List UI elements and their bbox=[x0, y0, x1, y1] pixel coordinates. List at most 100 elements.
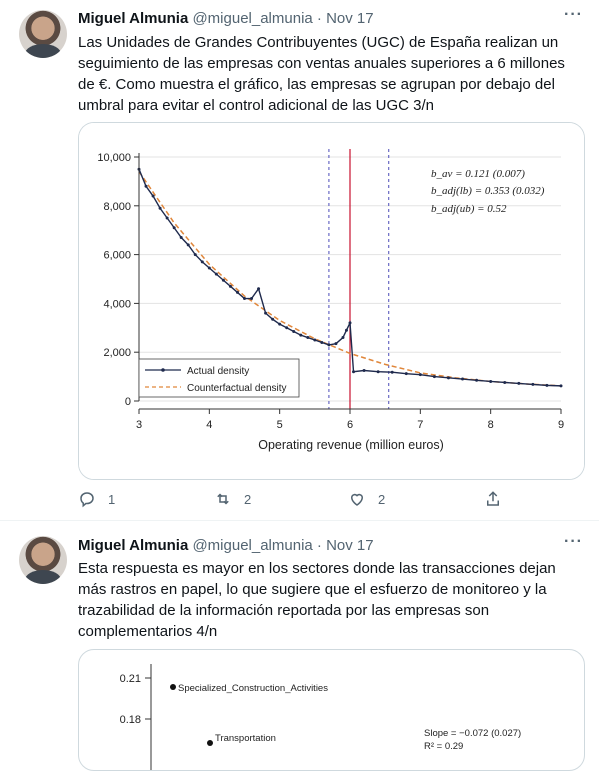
author-avatar[interactable] bbox=[19, 10, 67, 58]
density-point bbox=[151, 194, 155, 198]
like-count: 2 bbox=[378, 491, 386, 507]
tweet-image-card[interactable]: 0 2,000 4,000 6,000 8,000 10,000 3 4 5 6 7 8 9 Actua… bbox=[78, 122, 585, 480]
density-point bbox=[186, 243, 190, 247]
density-point bbox=[341, 336, 345, 340]
reply-icon bbox=[80, 492, 94, 508]
annotation-b-av: b_av = 0.121 (0.007) bbox=[431, 168, 525, 180]
like-button[interactable]: 2 bbox=[348, 490, 385, 508]
density-point bbox=[461, 377, 465, 381]
density-point bbox=[299, 333, 303, 337]
density-point bbox=[531, 382, 535, 386]
reply-count: 1 bbox=[108, 491, 116, 507]
density-point bbox=[207, 266, 211, 270]
density-point bbox=[271, 317, 275, 321]
heart-icon bbox=[350, 493, 364, 506]
density-point bbox=[179, 236, 183, 240]
density-point bbox=[172, 226, 176, 230]
author-handle[interactable]: @miguel_almunia bbox=[192, 10, 312, 27]
density-point bbox=[243, 297, 246, 301]
density-point bbox=[165, 216, 169, 220]
density-point bbox=[327, 343, 331, 347]
density-point bbox=[489, 379, 493, 383]
separator: · bbox=[316, 10, 322, 27]
author-name[interactable]: Miguel Almunia bbox=[78, 10, 188, 27]
density-point bbox=[285, 326, 289, 330]
density-point bbox=[348, 321, 352, 325]
y-tick-label: 4,000 bbox=[103, 298, 131, 310]
density-point bbox=[278, 322, 282, 326]
tweet-image-card[interactable]: 0.21 0.18 Specialized_Construction_Activ… bbox=[78, 649, 585, 771]
density-point bbox=[306, 336, 310, 340]
author-name[interactable]: Miguel Almunia bbox=[78, 537, 188, 554]
density-point bbox=[352, 370, 356, 374]
density-point bbox=[158, 206, 162, 210]
annotation-b-adj-lb: b_adj(lb) = 0.353 (0.032) bbox=[431, 185, 545, 197]
y-tick-label: 6,000 bbox=[103, 250, 131, 262]
retweet-button[interactable]: 2 bbox=[214, 490, 251, 508]
x-tick-label: 6 bbox=[347, 419, 353, 431]
author-avatar[interactable] bbox=[19, 536, 67, 584]
tweet-actions: 1 2 2 bbox=[78, 490, 508, 514]
share-button[interactable] bbox=[484, 490, 514, 508]
density-point bbox=[446, 376, 450, 380]
density-point bbox=[214, 272, 218, 276]
tweet-text: Esta respuesta es mayor en los sectores … bbox=[78, 560, 556, 640]
point-label: Transportation bbox=[215, 733, 276, 744]
density-point bbox=[362, 369, 366, 372]
x-tick-label: 9 bbox=[558, 419, 564, 431]
density-point bbox=[228, 284, 232, 288]
tweet-1[interactable]: Miguel Almunia @miguel_almunia · Nov 17 … bbox=[0, 0, 599, 520]
density-point bbox=[292, 329, 296, 333]
y-tick-label: 0.21 bbox=[120, 673, 141, 685]
tweet-2[interactable]: Miguel Almunia @miguel_almunia · Nov 17 … bbox=[0, 521, 599, 771]
chart-legend: Actual density Counterfactual density bbox=[138, 358, 300, 398]
density-point bbox=[475, 378, 479, 382]
density-point bbox=[235, 290, 239, 294]
retweet-icon bbox=[217, 493, 229, 505]
density-point bbox=[559, 384, 563, 388]
density-point bbox=[517, 381, 521, 385]
density-point bbox=[264, 311, 268, 315]
legend-actual: Actual density bbox=[187, 366, 249, 377]
point-label: Specialized_Construction_Activities bbox=[178, 683, 328, 694]
density-point bbox=[390, 370, 394, 374]
density-point bbox=[418, 373, 422, 377]
density-point bbox=[144, 184, 148, 188]
more-options-icon[interactable]: ··· bbox=[564, 533, 583, 551]
y-tick-label: 8,000 bbox=[103, 201, 131, 213]
density-point bbox=[250, 297, 254, 301]
tweet-header: Miguel Almunia @miguel_almunia · Nov 17 bbox=[78, 537, 374, 554]
tweet-date[interactable]: Nov 17 bbox=[326, 537, 374, 554]
density-chart: 0 2,000 4,000 6,000 8,000 10,000 3 4 5 6 7 8 9 Actua… bbox=[79, 123, 584, 479]
x-tick-label: 7 bbox=[417, 419, 423, 431]
annotation-slope: Slope = −0.072 (0.027) bbox=[424, 728, 521, 739]
density-point bbox=[313, 338, 317, 342]
tweet-text: Las Unidades de Grandes Contribuyentes (… bbox=[78, 34, 565, 114]
legend-counterfactual: Counterfactual density bbox=[187, 383, 287, 394]
density-point bbox=[320, 340, 324, 344]
tweet-date[interactable]: Nov 17 bbox=[326, 10, 374, 27]
x-tick-label: 8 bbox=[488, 419, 494, 431]
density-point bbox=[545, 383, 549, 387]
y-tick-label: 0 bbox=[125, 396, 131, 408]
density-point bbox=[221, 278, 225, 282]
annotation-b-adj-ub: b_adj(ub) = 0.52 bbox=[431, 203, 507, 215]
author-handle[interactable]: @miguel_almunia bbox=[192, 537, 312, 554]
x-tick-label: 3 bbox=[136, 419, 142, 431]
y-tick-label: 2,000 bbox=[103, 347, 131, 359]
y-tick-label: 0.18 bbox=[120, 714, 141, 726]
reply-button[interactable]: 1 bbox=[78, 490, 115, 508]
scatter-point bbox=[170, 684, 176, 690]
density-point bbox=[193, 253, 197, 257]
retweet-count: 2 bbox=[244, 491, 252, 507]
tweet-header: Miguel Almunia @miguel_almunia · Nov 17 bbox=[78, 10, 374, 27]
density-point bbox=[404, 372, 408, 376]
x-tick-label: 5 bbox=[277, 419, 283, 431]
separator: · bbox=[316, 537, 322, 554]
density-point bbox=[376, 370, 380, 374]
x-tick-label: 4 bbox=[206, 419, 212, 431]
annotation-r2: R² = 0.29 bbox=[424, 741, 463, 752]
share-icon bbox=[487, 491, 499, 506]
density-point bbox=[200, 260, 204, 264]
more-options-icon[interactable]: ··· bbox=[564, 6, 583, 24]
